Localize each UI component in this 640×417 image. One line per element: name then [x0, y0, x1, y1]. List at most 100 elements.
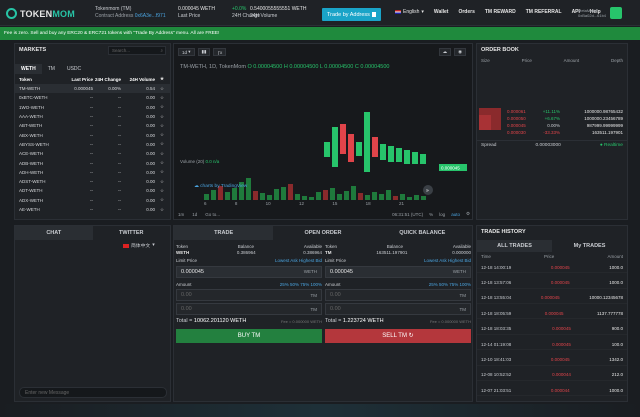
- market-row[interactable]: AAA-WETH -- -- 0.00 ☆: [15, 112, 170, 121]
- spread-value: 0.00003000: [535, 142, 561, 148]
- buy-total-label: Total =: [176, 318, 193, 324]
- sell-price-links[interactable]: Lowest Ask Highest Bid: [424, 258, 471, 264]
- buy-amount-input[interactable]: 0.00 TM: [176, 289, 322, 301]
- tab-twitter[interactable]: TWITTER: [93, 230, 171, 236]
- market-search-input[interactable]: Search... ⌕: [108, 46, 166, 55]
- market-row[interactable]: TM-WETH 0.000045 0.00% 0.54 ☆: [15, 84, 170, 94]
- market-volume: 0.00: [146, 123, 155, 129]
- cloud-icon[interactable]: ☁: [438, 48, 452, 56]
- market-row[interactable]: ABT-WETH -- -- 0.00 ☆: [15, 121, 170, 130]
- market-row[interactable]: ABX-WETH -- -- 0.00 ☆: [15, 130, 170, 139]
- market-row[interactable]: ADT-WETH -- -- 0.00 ☆: [15, 186, 170, 195]
- buy-button[interactable]: BUY TM: [176, 328, 322, 343]
- ob-col-size: Size: [481, 58, 490, 63]
- volume-legend: Volume (20) 0.0 n/a: [180, 159, 219, 164]
- col-24h-change[interactable]: 24H Change: [93, 77, 121, 82]
- favorite-star-icon[interactable]: ☆: [155, 151, 169, 157]
- market-price: --: [90, 141, 93, 147]
- nav-wallet[interactable]: Wallet: [434, 9, 449, 15]
- sell-percent-links[interactable]: 25% 50% 75% 100%: [429, 282, 471, 288]
- tab-tm[interactable]: TM: [42, 64, 61, 74]
- tab-weth[interactable]: WETH: [15, 64, 42, 74]
- market-row[interactable]: ADB-WETH -- -- 0.00 ☆: [15, 158, 170, 167]
- scale-log[interactable]: log: [439, 212, 445, 217]
- scale-auto[interactable]: auto: [451, 212, 460, 217]
- candle-type-icon[interactable]: ▮▮: [197, 48, 211, 56]
- indicator-icon[interactable]: ƒx: [213, 48, 227, 56]
- sell-amount-input[interactable]: 0.00 TM: [325, 289, 471, 301]
- refresh-icon: ↻: [408, 333, 414, 339]
- volume-bar: [372, 192, 377, 200]
- x-tick: 6: [204, 201, 207, 206]
- nav-tm-referral[interactable]: TM REFERRAL: [526, 9, 562, 15]
- chevron-down-icon: ▾: [152, 243, 155, 248]
- tab-open-order[interactable]: OPEN ORDER: [273, 226, 372, 240]
- favorite-star-icon[interactable]: ☆: [155, 207, 169, 213]
- contract-link[interactable]: 0x6A3e...f971: [135, 13, 166, 19]
- scale-percent[interactable]: %: [429, 212, 433, 217]
- wallet-icon[interactable]: [610, 7, 622, 19]
- buy-price-input[interactable]: 0.000045 WETH: [176, 265, 322, 278]
- pair-name: Tokenmom (TM): [95, 6, 132, 12]
- volume-bar: [260, 193, 265, 200]
- order-book-row[interactable]: 0.000030 -33.33% 163511.197901: [477, 129, 627, 136]
- x-tick: 10: [265, 201, 271, 206]
- favorite-star-icon[interactable]: ☆: [155, 132, 169, 138]
- market-row[interactable]: ADX-WETH -- -- 0.00 ☆: [15, 196, 170, 205]
- favorite-star-icon[interactable]: ☆: [155, 197, 169, 203]
- sell-price-input[interactable]: 0.000045 WETH: [325, 265, 471, 278]
- market-token: ADH-WETH: [19, 169, 44, 175]
- candlestick-chart[interactable]: 0.000045 »: [174, 72, 472, 212]
- settings-gear-icon[interactable]: ⚙: [466, 211, 470, 217]
- favorite-star-icon[interactable]: ☆: [155, 123, 169, 129]
- tab-quick-balance[interactable]: QUICK BALANCE: [373, 226, 472, 240]
- buy-price-links[interactable]: Lowest Ask Highest Bid: [275, 258, 322, 264]
- favorite-star-icon[interactable]: ☆: [155, 179, 169, 185]
- nav-tm-reward[interactable]: TM REWARD: [485, 9, 516, 15]
- order-book-row[interactable]: 0.000050 +6.67% 1000000.23456789: [477, 115, 627, 122]
- buy-total-input[interactable]: 0.00 TM: [176, 303, 322, 315]
- camera-icon[interactable]: ◉: [454, 48, 466, 56]
- chat-message-input[interactable]: Enter new Message: [19, 387, 167, 398]
- favorite-star-icon[interactable]: ☆: [155, 188, 169, 194]
- order-book-row[interactable]: 0.000061 +11.11% 1000000.98765432: [477, 108, 627, 115]
- market-row[interactable]: ABYSS-WETH -- -- 0.00 ☆: [15, 140, 170, 149]
- market-row[interactable]: ADST-WETH -- -- 0.00 ☆: [15, 177, 170, 186]
- interval-select[interactable]: 1d ▾: [178, 48, 195, 56]
- favorite-star-icon[interactable]: ☆: [155, 169, 169, 175]
- col-token[interactable]: Token: [15, 77, 55, 82]
- order-book-row[interactable]: 0.000045 0.00% 987999.99999999: [477, 122, 627, 129]
- tab-chat[interactable]: CHAT: [15, 226, 93, 240]
- range-1m[interactable]: 1m: [178, 212, 184, 217]
- favorite-star-icon[interactable]: ☆: [155, 160, 169, 166]
- chat-language-select[interactable]: 简体中文 ▾: [123, 242, 155, 249]
- range-1d[interactable]: 1d: [192, 212, 197, 217]
- market-price: --: [90, 151, 93, 157]
- market-row[interactable]: ADH-WETH -- -- 0.00 ☆: [15, 168, 170, 177]
- nav-orders[interactable]: Orders: [458, 9, 474, 15]
- ob-col-price: Price: [521, 58, 532, 63]
- tradingview-link[interactable]: ☁ charts by TradingView: [194, 184, 247, 189]
- tab-trade[interactable]: TRADE: [174, 226, 274, 240]
- language-select[interactable]: English ▾: [395, 9, 424, 15]
- favorite-star-icon[interactable]: ☆: [155, 86, 169, 92]
- favorite-star-icon[interactable]: ☆: [155, 114, 169, 120]
- market-row[interactable]: ACE-WETH -- -- 0.00 ☆: [15, 149, 170, 158]
- goto-button[interactable]: Go to...: [205, 212, 220, 217]
- market-row[interactable]: 0xBTC-WETH -- -- 0.00 ☆: [15, 93, 170, 102]
- trade-by-address-button[interactable]: Trade by Address: [322, 8, 381, 21]
- favorite-star-icon[interactable]: ☆: [155, 104, 169, 110]
- favorite-star-icon[interactable]: ☆: [155, 95, 169, 101]
- favorite-star-icon[interactable]: ☆: [155, 141, 169, 147]
- tab-usdc[interactable]: USDC: [61, 64, 87, 74]
- sell-button[interactable]: SELL TM ↻: [325, 328, 471, 343]
- buy-percent-links[interactable]: 25% 50% 75% 100%: [280, 282, 322, 288]
- col-last-price[interactable]: Last Price: [55, 77, 93, 82]
- col-24h-volume[interactable]: 24H Volume: [121, 77, 155, 82]
- sell-total-input[interactable]: 0.00 TM: [325, 303, 471, 315]
- market-row[interactable]: AE-WETH -- -- 0.00 ☆: [15, 205, 170, 214]
- tab-all-trades[interactable]: ALL TRADES: [477, 240, 552, 252]
- tab-my-trades[interactable]: My TRADES: [552, 243, 627, 249]
- tokenmom-logo[interactable]: TOKENMOM: [6, 8, 75, 19]
- market-row[interactable]: 1WO-WETH -- -- 0.00 ☆: [15, 103, 170, 112]
